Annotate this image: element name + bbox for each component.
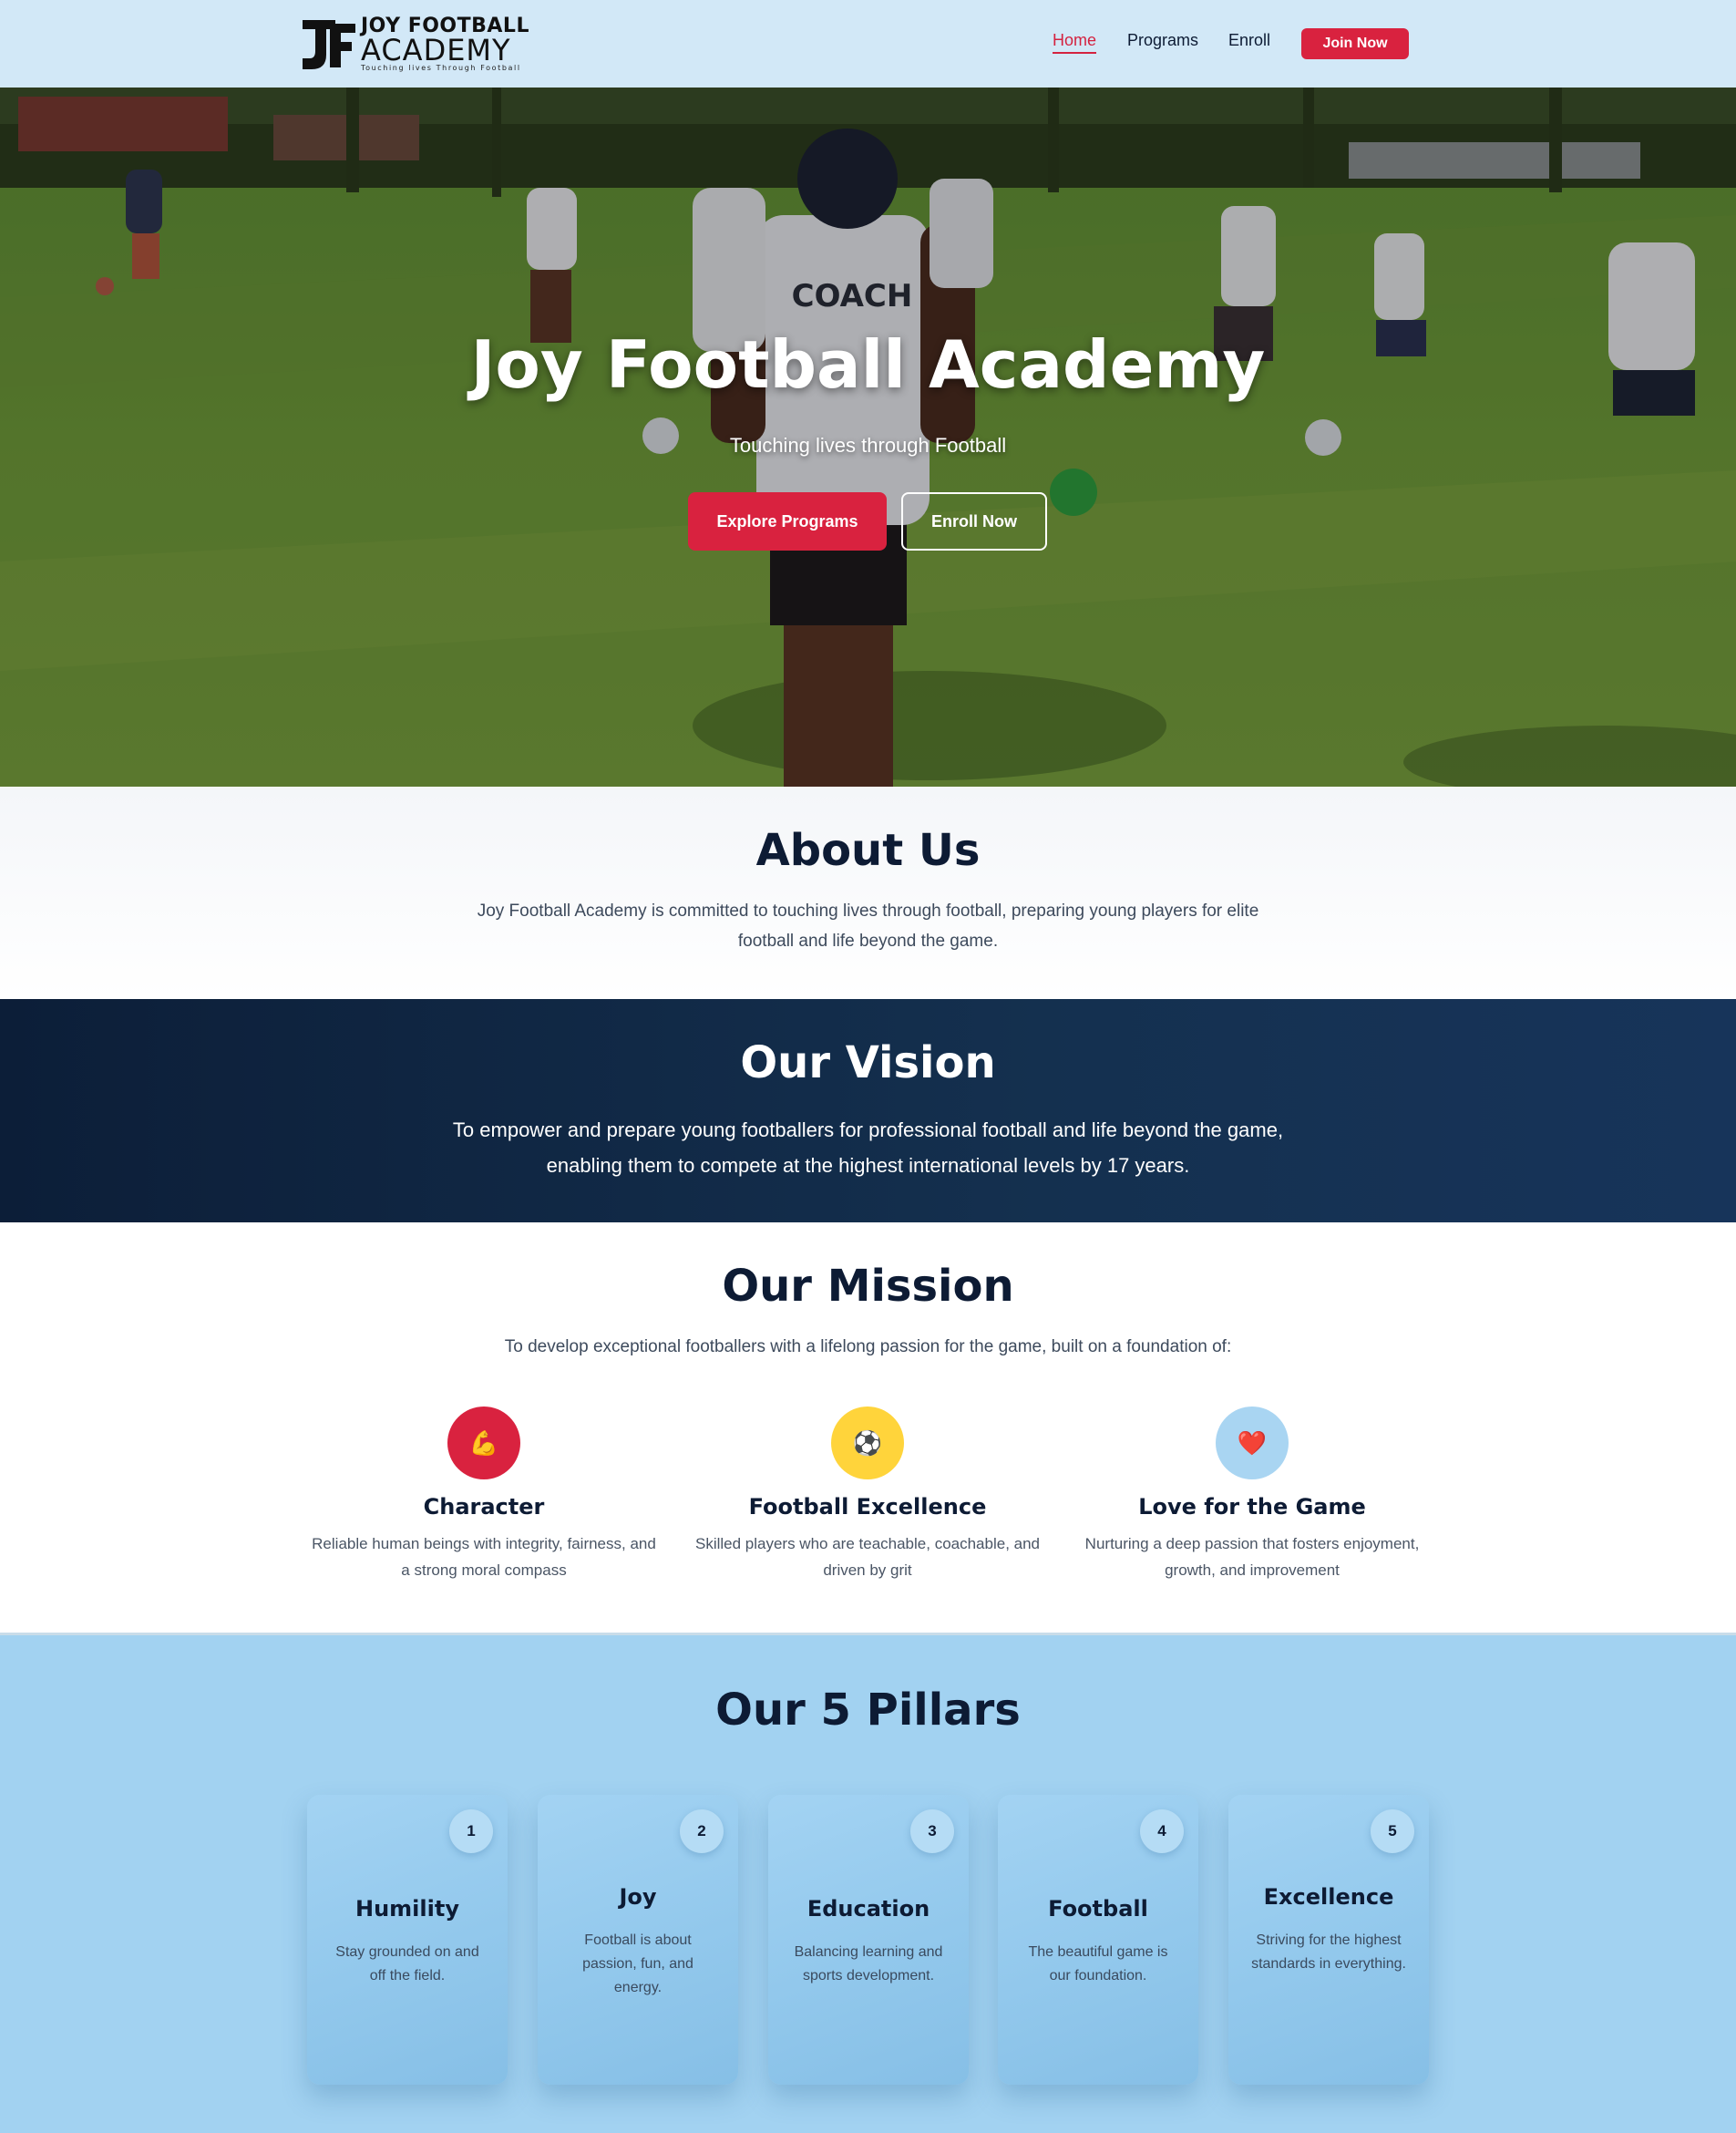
- logo-text-line2: ACADEMY: [361, 33, 511, 67]
- pillar-card-football[interactable]: 4 Football The beautiful game is our fou…: [998, 1795, 1198, 2085]
- mission-text: To develop exceptional footballers with …: [504, 1337, 1232, 1356]
- pillar-title: Humility: [355, 1896, 459, 1922]
- pillar-title: Excellence: [1263, 1884, 1394, 1910]
- pillar-description: Football is about passion, fun, and ener…: [582, 1932, 693, 1995]
- hero-title: Joy Football Academy: [470, 326, 1266, 403]
- logo-tagline: Touching lives Through Football: [361, 64, 521, 72]
- vision-text: To empower and prepare young footballers…: [452, 1118, 1284, 1177]
- academy-logo[interactable]: JOY FOOTBALL ACADEMY Touching lives Thro…: [299, 13, 529, 75]
- feature-title: Love for the Game: [1138, 1494, 1366, 1520]
- nav-link-programs[interactable]: Programs: [1127, 31, 1198, 50]
- mission-feature-football-excellence: ⚽ Football Excellence Skilled players wh…: [694, 1407, 1041, 1583]
- pillar-description: The beautiful game is our foundation.: [1028, 1944, 1168, 1984]
- nav-link-enroll[interactable]: Enroll: [1228, 31, 1270, 50]
- top-navbar: JOY FOOTBALL ACADEMY Touching lives Thro…: [0, 0, 1736, 88]
- pillar-title: Football: [1048, 1896, 1148, 1922]
- pillar-description: Striving for the highest standards in ev…: [1251, 1932, 1406, 1972]
- pillar-number-badge: 2: [680, 1809, 724, 1853]
- pillar-card-joy[interactable]: 2 Joy Football is about passion, fun, an…: [538, 1795, 738, 2085]
- mission-section: Our Mission To develop exceptional footb…: [0, 1222, 1736, 1633]
- vision-title: Our Vision: [740, 1037, 996, 1088]
- jf-monogram-icon: [303, 20, 355, 69]
- vision-section: Our Vision To empower and prepare young …: [0, 999, 1736, 1222]
- nav-link-home[interactable]: Home: [1053, 31, 1097, 54]
- mission-feature-character: 💪 Character Reliable human beings with i…: [311, 1407, 657, 1583]
- heart-icon: ❤️: [1216, 1407, 1289, 1479]
- pillar-number-badge: 1: [449, 1809, 493, 1853]
- feature-description: Nurturing a deep passion that fosters en…: [1084, 1535, 1420, 1579]
- pillar-description: Stay grounded on and off the field.: [335, 1944, 479, 1984]
- feature-title: Football Excellence: [748, 1494, 987, 1520]
- feature-description: Skilled players who are teachable, coach…: [694, 1535, 1041, 1579]
- pillar-card-excellence[interactable]: 5 Excellence Striving for the highest st…: [1228, 1795, 1429, 2085]
- about-section: About Us Joy Football Academy is committ…: [0, 787, 1736, 999]
- pillars-title: Our 5 Pillars: [715, 1685, 1021, 1736]
- mission-feature-love-for-the-game: ❤️ Love for the Game Nurturing a deep pa…: [1079, 1407, 1425, 1583]
- hero-subtitle: Touching lives through Football: [729, 434, 1007, 457]
- about-title: About Us: [755, 825, 981, 876]
- pillar-number-badge: 3: [910, 1809, 954, 1853]
- pillars-section: Our 5 Pillars 1 Humility Stay grounded o…: [0, 1633, 1736, 2133]
- about-text: Joy Football Academy is committed to tou…: [477, 902, 1259, 951]
- pillar-card-education[interactable]: 3 Education Balancing learning and sport…: [768, 1795, 969, 2085]
- pillar-title: Education: [806, 1896, 930, 1922]
- flexed-biceps-icon: 💪: [447, 1407, 520, 1479]
- soccer-ball-icon: ⚽: [831, 1407, 904, 1479]
- join-now-button[interactable]: Join Now: [1301, 28, 1409, 59]
- pillar-card-humility[interactable]: 1 Humility Stay grounded on and off the …: [307, 1795, 508, 2085]
- enroll-now-button[interactable]: Enroll Now: [901, 492, 1047, 551]
- explore-programs-button[interactable]: Explore Programs: [688, 492, 887, 551]
- pillar-title: Joy: [619, 1884, 657, 1910]
- feature-title: Character: [423, 1494, 545, 1520]
- pillar-description: Balancing learning and sports developmen…: [794, 1944, 943, 1984]
- hero-section: COACH Joy Football Academy Touching live…: [0, 88, 1736, 787]
- pillar-number-badge: 4: [1140, 1809, 1184, 1853]
- feature-description: Reliable human beings with integrity, fa…: [312, 1535, 656, 1579]
- mission-title: Our Mission: [722, 1261, 1014, 1312]
- pillar-number-badge: 5: [1371, 1809, 1414, 1853]
